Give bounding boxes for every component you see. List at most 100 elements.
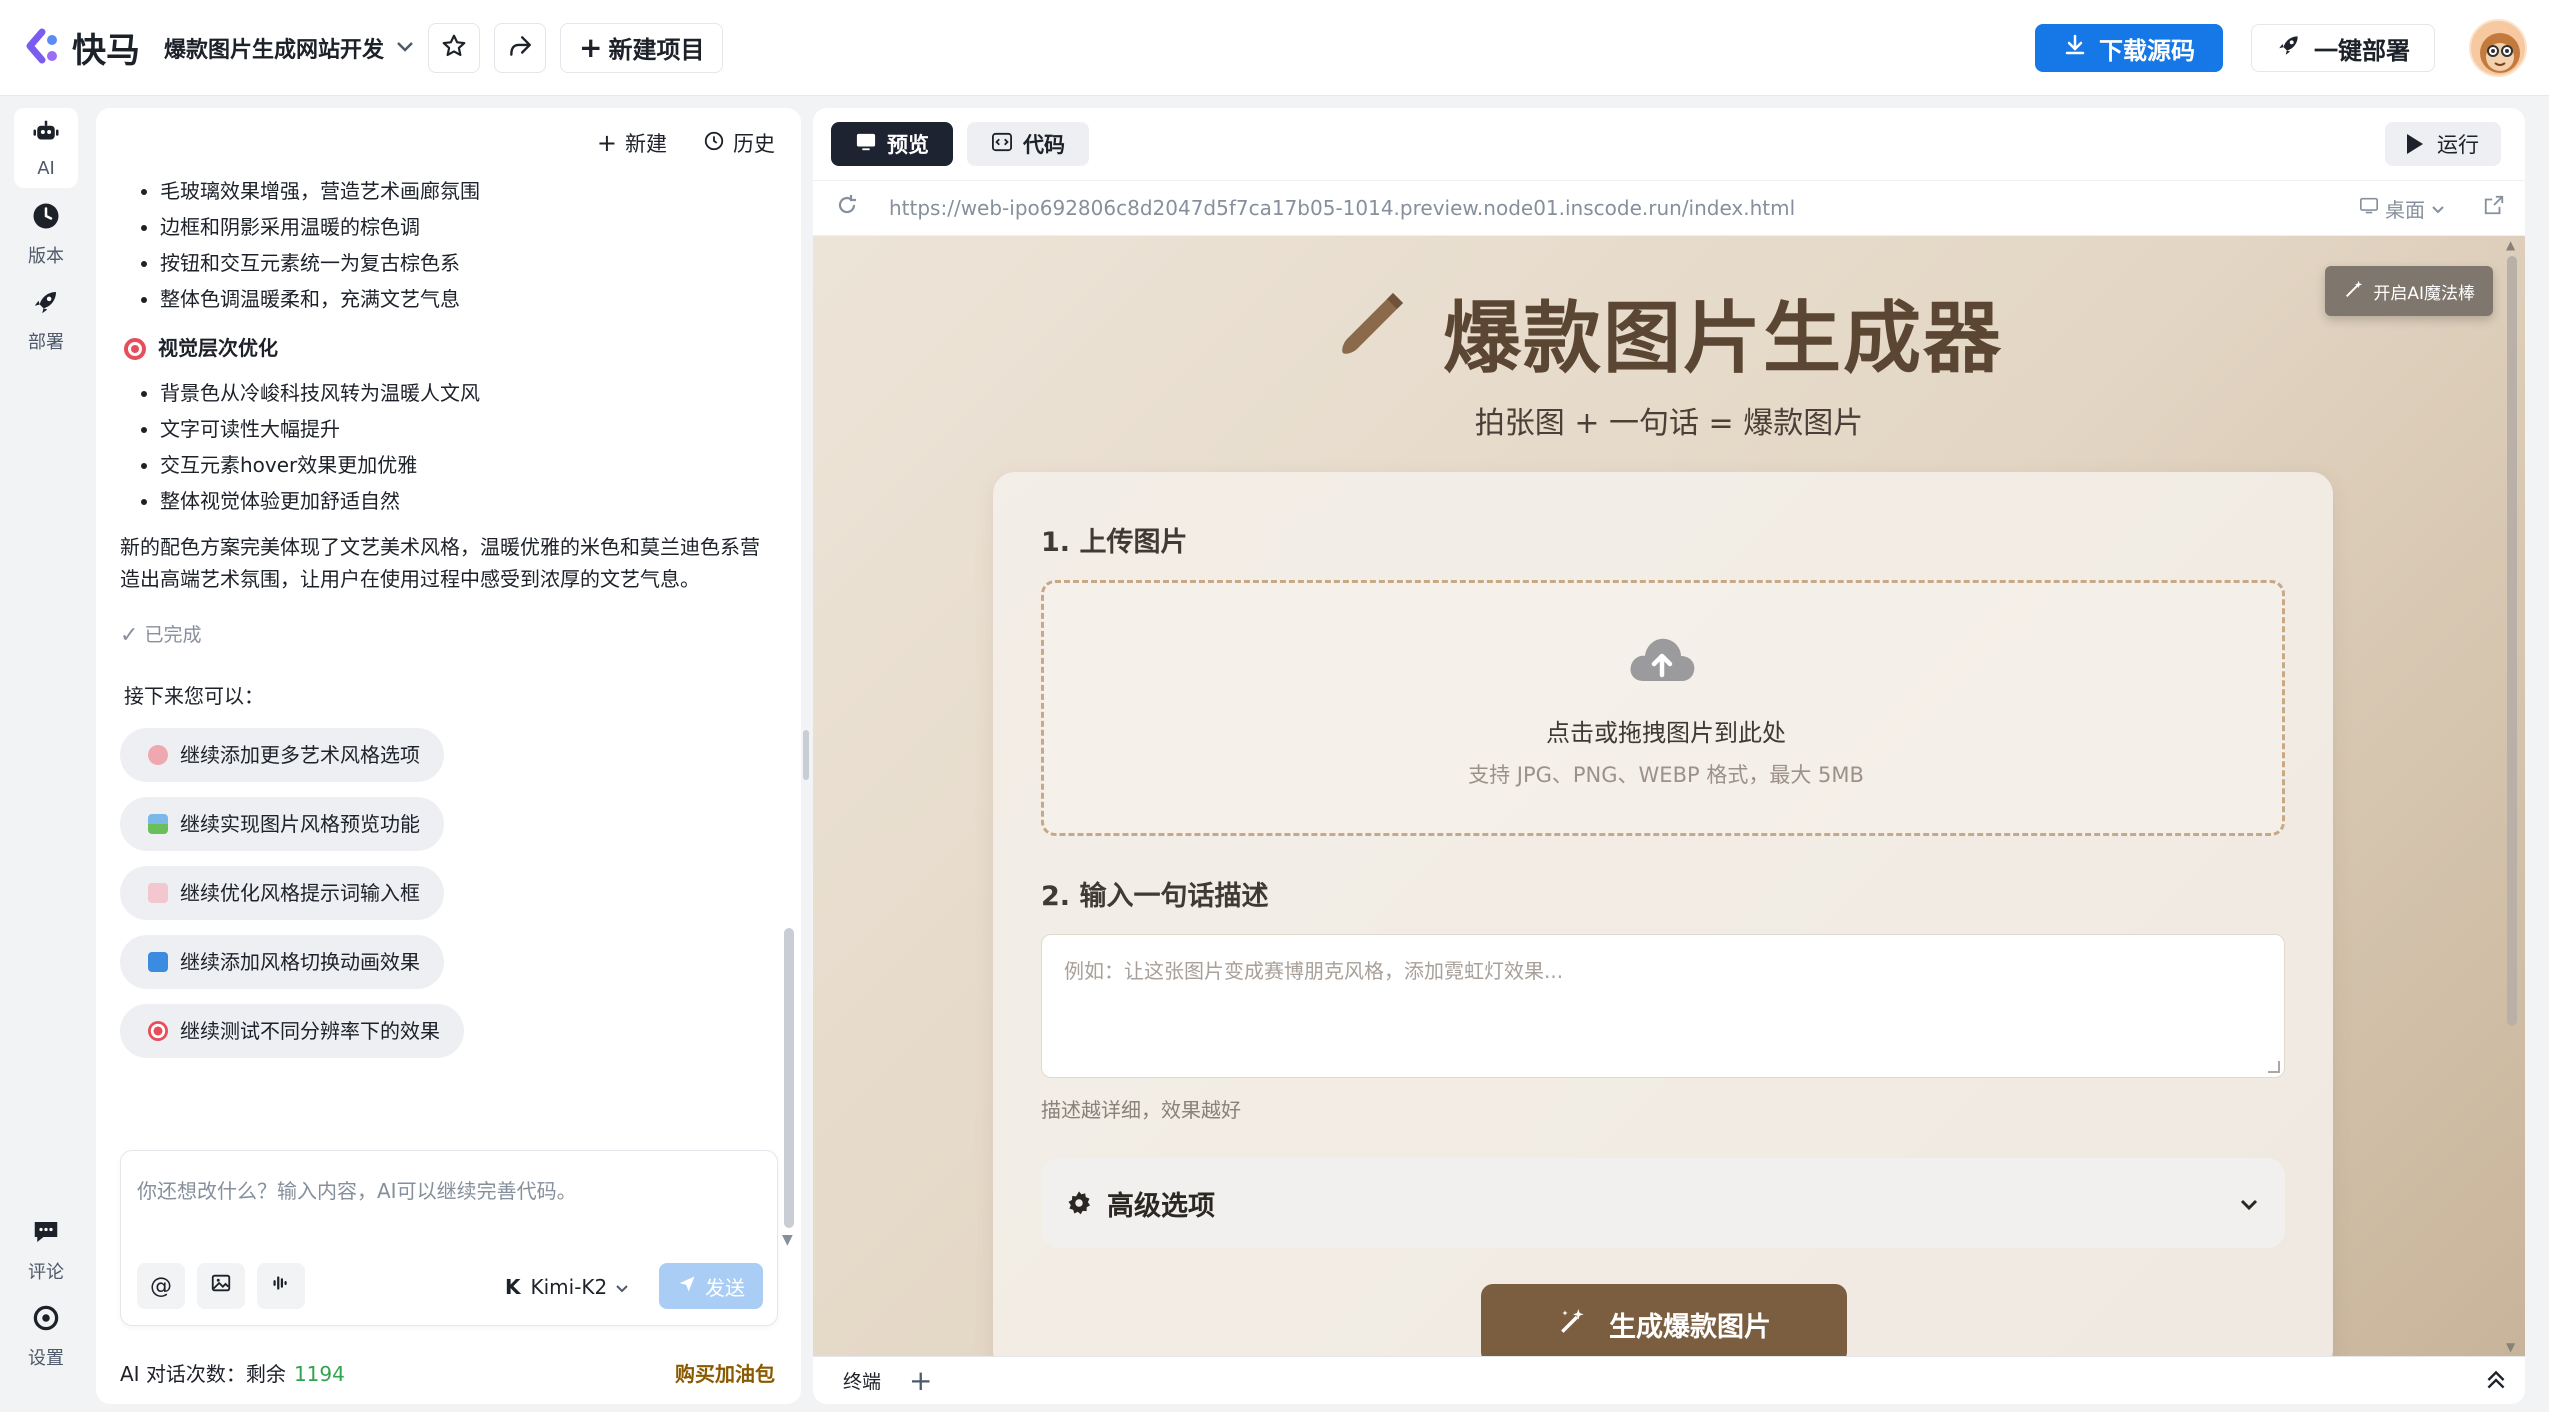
resize-grip-icon[interactable] [2268, 1061, 2280, 1073]
chat-history-button[interactable]: 历史 [703, 128, 775, 158]
next-steps-heading: 接下来您可以： [124, 684, 264, 709]
plus-icon: + [596, 129, 617, 157]
chevron-down-icon [615, 1275, 629, 1299]
tab-code[interactable]: 代码 [967, 122, 1089, 166]
chevron-down-icon [2239, 1188, 2259, 1219]
suggestion-chip[interactable]: 继续优化风格提示词输入框 [120, 866, 444, 921]
picture-icon [148, 814, 168, 835]
suggestion-label: 继续优化风格提示词输入框 [180, 880, 420, 905]
voice-input-button[interactable] [257, 1263, 305, 1309]
monitor-icon [2359, 196, 2379, 220]
list-item: 背景色从冷峻科技风转为温暖人文风 [160, 378, 760, 409]
preview-scrollbar[interactable]: ▲ ▼ [2505, 236, 2519, 1356]
generate-label: 生成爆款图片 [1609, 1311, 1771, 1343]
image-drop-zone[interactable]: 点击或拖拽图片到此处 支持 JPG、PNG、WEBP 格式，最大 5MB [1041, 580, 2285, 836]
generator-card: 1. 上传图片 点击或拖拽图片到此处 支持 JPG、PNG、WEBP 格式，最大… [993, 472, 2333, 1356]
reload-icon[interactable] [835, 193, 859, 223]
quota-label: AI 对话次数：剩余 [120, 1362, 286, 1386]
expand-up-icon[interactable] [2483, 1367, 2509, 1397]
description-textarea[interactable]: 例如：让这张图片变成赛博朋克风格，添加霓虹灯效果... [1041, 934, 2285, 1078]
new-project-label: 新建项目 [608, 36, 705, 64]
run-button[interactable]: 运行 [2385, 122, 2501, 166]
scroll-down-arrow-icon[interactable]: ▼ [2506, 1340, 2515, 1354]
mention-button[interactable]: @ [137, 1263, 185, 1309]
quota-value: 1194 [293, 1362, 345, 1386]
status-done: ✓ 已完成 [120, 619, 760, 653]
rail-item-settings[interactable]: 设置 [14, 1296, 78, 1376]
share-button[interactable] [494, 22, 547, 73]
chat-scrollbar[interactable] [784, 928, 794, 1228]
add-terminal-icon[interactable]: + [909, 1364, 932, 1397]
palette-icon [148, 745, 168, 766]
logo-text: 快马 [72, 31, 140, 71]
suggestion-row: 继续测试不同分辨率下的效果 [120, 1004, 760, 1073]
play-icon [2407, 134, 2423, 154]
download-icon [2063, 33, 2099, 63]
one-click-deploy-button[interactable]: 一键部署 [2251, 24, 2435, 72]
upload-format-hint: 支持 JPG、PNG、WEBP 格式，最大 5MB [1468, 763, 1864, 787]
list-item: 交互元素hover效果更加优雅 [160, 450, 760, 481]
section-heading-text: 视觉层次优化 [158, 336, 278, 360]
description-hint: 描述越详细，效果越好 [1041, 1098, 1241, 1122]
suggestion-label: 继续添加更多艺术风格选项 [180, 742, 420, 767]
suggestion-chip[interactable]: 继续添加更多艺术风格选项 [120, 728, 444, 783]
buy-pack-link[interactable]: 购买加油包 [675, 1358, 775, 1387]
refresh-icon [148, 952, 168, 973]
kimi-icon: K [505, 1275, 521, 1299]
advanced-options-label: 高级选项 [1107, 1190, 1215, 1222]
ai-quota: AI 对话次数：剩余 1194 [120, 1358, 345, 1387]
favorite-button[interactable] [428, 22, 481, 73]
panel-resize-handle[interactable] [803, 730, 809, 780]
scroll-up-arrow-icon[interactable]: ▲ [2506, 238, 2515, 252]
generate-button[interactable]: 生成爆款图片 [1481, 1284, 1847, 1356]
image-upload-button[interactable] [197, 1263, 245, 1309]
tab-preview[interactable]: 预览 [831, 122, 953, 166]
scroll-down-arrow-icon[interactable]: ▼ [782, 1232, 793, 1248]
chevron-down-icon [396, 37, 414, 58]
cloud-upload-icon [1626, 631, 1698, 691]
advanced-options-toggle[interactable]: 高级选项 [1041, 1158, 2285, 1248]
download-source-button[interactable]: 下载源码 [2035, 24, 2223, 72]
chat-input-box[interactable]: 你还想改什么？输入内容，AI可以继续完善代码。 @ K Kimi-K2 发送 [120, 1150, 778, 1326]
preview-url[interactable]: https://web-ipo692806c8d2047d5f7ca17b05-… [889, 196, 1795, 220]
rail-item-ai[interactable]: AI [14, 108, 78, 188]
rail-label-comments: 评论 [28, 1261, 64, 1283]
user-avatar[interactable] [2469, 19, 2527, 77]
share-icon [507, 33, 533, 63]
logo[interactable]: 快马 [22, 23, 140, 72]
chat-history-label: 历史 [733, 132, 775, 156]
run-label: 运行 [2437, 133, 2479, 157]
new-project-button[interactable]: + 新建项目 [560, 22, 724, 73]
history-icon [703, 130, 725, 157]
plus-icon: + [579, 31, 603, 64]
device-label: 桌面 [2385, 197, 2425, 222]
rail-item-versions[interactable]: 版本 [14, 194, 78, 274]
model-selector[interactable]: K Kimi-K2 [505, 1275, 629, 1299]
terminal-bar: 终端 + [813, 1356, 2525, 1404]
rail-item-comments[interactable]: 评论 [14, 1210, 78, 1290]
suggestion-chip[interactable]: 继续添加风格切换动画效果 [120, 935, 444, 990]
project-title-dropdown[interactable]: 爆款图片生成网站开发 [164, 32, 414, 64]
terminal-tab[interactable]: 终端 [843, 1367, 881, 1394]
page-title-text: 爆款图片生成器 [1442, 294, 2003, 384]
suggestion-chip[interactable]: 继续测试不同分辨率下的效果 [120, 1004, 464, 1059]
open-external-icon[interactable] [2483, 194, 2505, 222]
preview-pane: 预览 代码 运行 https://web-ipo692806c8d2047d5f… [813, 108, 2525, 1404]
preview-scrollbar-thumb[interactable] [2507, 256, 2517, 1026]
rail-item-deploy[interactable]: 部署 [14, 280, 78, 360]
suggestion-chip[interactable]: 继续实现图片风格预览功能 [120, 797, 444, 852]
at-icon: @ [150, 1273, 172, 1299]
send-button[interactable]: 发送 [659, 1263, 763, 1309]
rocket-icon [31, 287, 61, 328]
magic-wand-icon [1557, 1305, 1609, 1344]
suggestion-row: 继续添加风格切换动画效果 [120, 935, 760, 1004]
left-rail-bottom: 评论 设置 [14, 1210, 84, 1382]
suggestion-label: 继续测试不同分辨率下的效果 [180, 1018, 440, 1043]
bullet-list: 背景色从冷峻科技风转为温暖人文风 文字可读性大幅提升 交互元素hover效果更加… [160, 378, 760, 517]
audio-wave-icon [270, 1272, 292, 1300]
download-label: 下载源码 [2099, 36, 2195, 65]
device-selector[interactable]: 桌面 [2359, 194, 2445, 223]
list-item: 整体色调温暖柔和，充满文艺气息 [160, 284, 760, 315]
chat-new-button[interactable]: + 新建 [597, 128, 667, 158]
preview-canvas: 开启AI魔法棒 爆款图片生成器 拍张图 + 一句话 = 爆款图片 1. 上传图片… [813, 236, 2525, 1356]
